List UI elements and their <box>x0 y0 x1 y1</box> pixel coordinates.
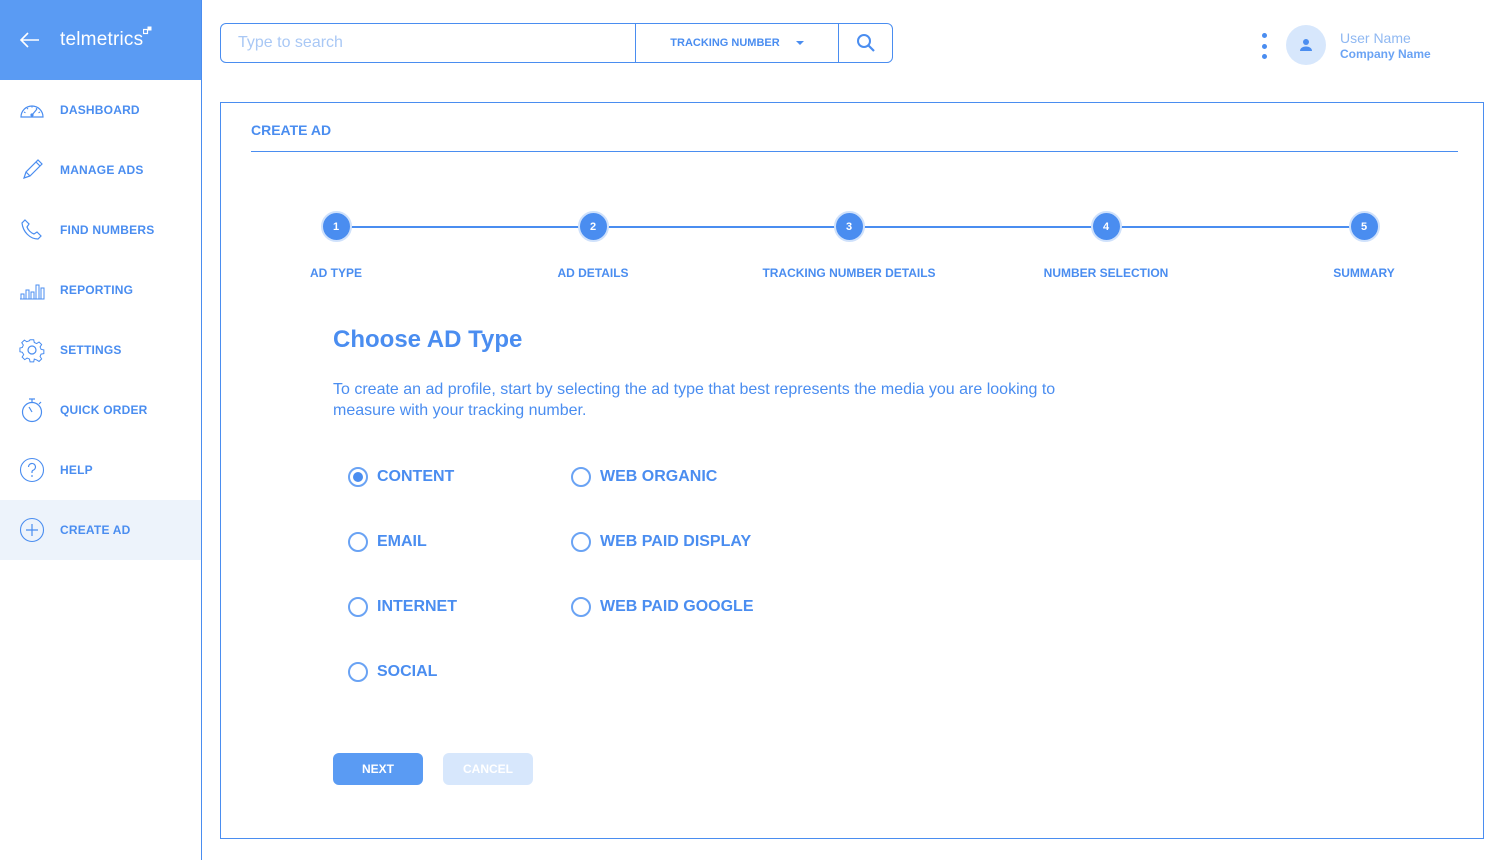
sidebar-item-create-ad[interactable]: CREATE AD <box>0 500 201 560</box>
step-number: 3 <box>833 211 865 242</box>
radio-email[interactable]: EMAIL <box>348 532 427 552</box>
brand-name: telmetrics <box>60 29 144 50</box>
cancel-button[interactable]: CANCEL <box>443 753 533 785</box>
card-title: CREATE AD <box>251 122 332 138</box>
more-options-icon[interactable] <box>1259 33 1269 59</box>
chevron-down-icon <box>795 41 804 45</box>
company-name: Company Name <box>1340 47 1431 61</box>
next-button[interactable]: NEXT <box>333 753 423 785</box>
help-circle-icon <box>18 456 46 484</box>
sidebar-item-find-numbers[interactable]: FIND NUMBERS <box>0 200 201 260</box>
sidebar-item-label: DASHBOARD <box>60 103 140 117</box>
radio-indicator <box>571 597 591 617</box>
step-number: 2 <box>577 211 609 242</box>
gear-icon <box>18 336 46 364</box>
radio-label: WEB PAID GOOGLE <box>600 598 754 615</box>
user-icon <box>1300 39 1312 51</box>
step-label: AD TYPE <box>309 266 362 280</box>
sidebar-item-reporting[interactable]: REPORTING <box>0 260 201 320</box>
step-label: NUMBER SELECTION <box>1043 266 1169 280</box>
user-info[interactable]: User Name Company Name <box>1340 30 1431 61</box>
radio-label: CONTENT <box>377 468 455 485</box>
create-ad-card: CREATE AD 1 AD TYPE 2 AD DETAILS 3 TRACK… <box>220 102 1484 839</box>
search-icon <box>856 34 875 52</box>
radio-indicator <box>571 532 591 552</box>
bar-chart-icon <box>18 276 46 304</box>
step-ad-details[interactable]: 2 AD DETAILS <box>493 211 693 280</box>
sidebar-item-label: MANAGE ADS <box>60 163 144 177</box>
sidebar-item-label: CREATE AD <box>60 523 131 537</box>
stopwatch-icon <box>18 396 46 424</box>
search-filter-dropdown[interactable]: TRACKING NUMBER <box>635 24 839 62</box>
radio-web-paid-google[interactable]: WEB PAID GOOGLE <box>571 597 753 617</box>
step-number: 5 <box>1348 211 1380 242</box>
phone-icon <box>18 216 46 244</box>
search-button[interactable] <box>839 24 892 62</box>
sidebar-item-dashboard[interactable]: DASHBOARD <box>0 80 201 140</box>
card-divider <box>251 151 1458 152</box>
step-label: TRACKING NUMBER DETAILS <box>762 266 936 280</box>
radio-label: EMAIL <box>377 533 427 550</box>
radio-content[interactable]: CONTENT <box>348 467 454 487</box>
brand-mark-icon <box>143 26 152 35</box>
step-summary[interactable]: 5 SUMMARY <box>1264 211 1464 280</box>
search-bar: TRACKING NUMBER <box>220 23 893 63</box>
step-tracking-number-details[interactable]: 3 TRACKING NUMBER DETAILS <box>749 211 949 280</box>
page-title: Choose AD Type <box>333 326 523 353</box>
sidebar-item-manage-ads[interactable]: MANAGE ADS <box>0 140 201 200</box>
search-input[interactable] <box>221 24 635 62</box>
sidebar-item-label: SETTINGS <box>60 343 122 357</box>
radio-selected-dot <box>353 472 363 482</box>
radio-web-organic[interactable]: WEB ORGANIC <box>571 467 717 487</box>
radio-label: SOCIAL <box>377 663 438 680</box>
pencil-icon <box>18 156 46 184</box>
step-number: 4 <box>1090 211 1122 242</box>
sidebar-item-settings[interactable]: SETTINGS <box>0 320 201 380</box>
plus-circle-icon <box>18 516 46 544</box>
search-filter-label: TRACKING NUMBER <box>670 37 780 49</box>
sidebar-item-label: QUICK ORDER <box>60 403 148 417</box>
radio-social[interactable]: SOCIAL <box>348 662 437 682</box>
step-label: SUMMARY <box>1333 266 1395 280</box>
dashboard-gauge-icon <box>18 96 46 124</box>
avatar[interactable] <box>1286 25 1326 65</box>
radio-indicator <box>348 662 368 682</box>
sidebar-item-help[interactable]: HELP <box>0 440 201 500</box>
step-ad-type[interactable]: 1 AD TYPE <box>236 211 436 280</box>
sidebar-item-label: HELP <box>60 463 93 477</box>
stepper: 1 AD TYPE 2 AD DETAILS 3 TRACKING NUMBER… <box>221 209 1485 280</box>
radio-internet[interactable]: INTERNET <box>348 597 457 617</box>
radio-label: WEB PAID DISPLAY <box>600 533 752 550</box>
sidebar-item-label: REPORTING <box>60 283 134 297</box>
sidebar-item-label: FIND NUMBERS <box>60 223 155 237</box>
sidebar-item-quick-order[interactable]: QUICK ORDER <box>0 380 201 440</box>
sidebar-nav: DASHBOARD MANAGE ADS FIND NUMBERS REPORT… <box>0 80 201 560</box>
radio-label: INTERNET <box>377 598 457 615</box>
step-label: AD DETAILS <box>557 266 629 280</box>
radio-web-paid-display[interactable]: WEB PAID DISPLAY <box>571 532 751 552</box>
back-arrow-icon[interactable] <box>20 29 42 51</box>
page-description: To create an ad profile, start by select… <box>333 381 1056 419</box>
radio-indicator <box>571 467 591 487</box>
brand-bar: telmetrics <box>0 0 201 80</box>
radio-label: WEB ORGANIC <box>600 468 718 485</box>
step-number: 1 <box>320 211 352 242</box>
brand-logo: telmetrics <box>60 26 152 51</box>
step-number-selection[interactable]: 4 NUMBER SELECTION <box>1006 211 1206 280</box>
radio-indicator <box>348 597 368 617</box>
radio-indicator <box>348 532 368 552</box>
user-name: User Name <box>1340 30 1411 46</box>
sidebar: telmetrics DASHBOARD MANAGE ADS FIND NUM… <box>0 0 202 860</box>
radio-indicator <box>348 467 368 487</box>
